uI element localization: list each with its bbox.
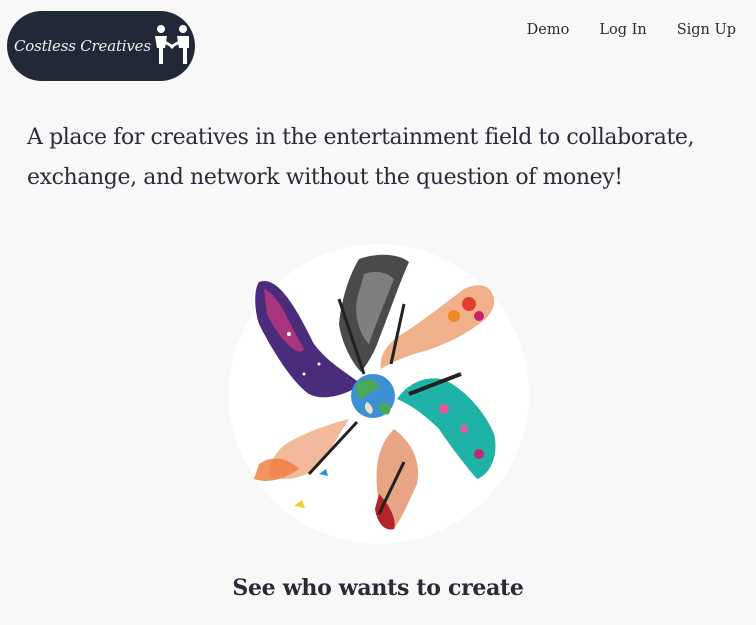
artistic-hands-globe-illustration: [229, 244, 529, 544]
top-nav: Demo Log In Sign Up: [527, 22, 736, 38]
nav-login-link[interactable]: Log In: [599, 22, 646, 38]
brand-name: Costless Creatives: [14, 37, 151, 55]
nav-signup-link[interactable]: Sign Up: [677, 22, 736, 38]
nav-demo-link[interactable]: Demo: [527, 22, 570, 38]
section-heading: See who wants to create: [232, 575, 524, 601]
two-people-hands-icon: [155, 25, 189, 64]
hero-headline: A place for creatives in the entertainme…: [27, 125, 695, 190]
brand-logo[interactable]: Costless Creatives: [7, 11, 195, 81]
